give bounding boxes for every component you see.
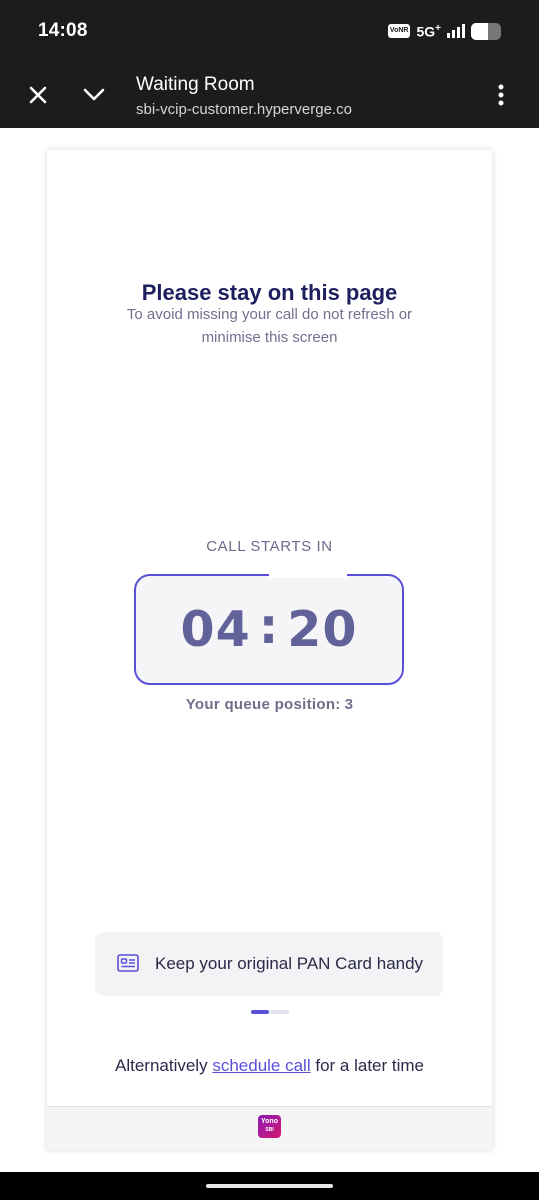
vonr-badge: VoNR: [387, 24, 411, 38]
home-indicator[interactable]: [206, 1184, 333, 1188]
status-bar: 14:08 VoNR 5G+: [0, 0, 539, 62]
browser-toolbar: Waiting Room sbi-vcip-customer.hyperverg…: [0, 62, 539, 128]
more-vert-icon: [498, 84, 504, 106]
carousel-indicator: [251, 1010, 289, 1014]
timer-seconds: 20: [287, 601, 358, 658]
subtext: To avoid missing your call do not refres…: [126, 306, 413, 346]
collapse-button[interactable]: [76, 77, 112, 113]
tip-text: Keep your original PAN Card handy: [155, 954, 424, 973]
alternative-text: Alternatively schedule call for a later …: [114, 1056, 424, 1075]
countdown-timer: 04 : 20: [134, 573, 404, 685]
web-page: Please stay on this page To avoid missin…: [0, 128, 539, 1172]
timer-minutes: 04: [180, 601, 251, 658]
queue-label: Your queue position:: [185, 696, 341, 713]
signal-icon: [447, 24, 465, 38]
clock: 14:08: [38, 20, 88, 41]
close-icon: [29, 86, 47, 104]
call-starts-label: CALL STARTS IN: [206, 538, 333, 555]
waiting-room-card: Please stay on this page To avoid missin…: [47, 150, 492, 1150]
yono-logo: Yono SBI: [258, 1115, 281, 1138]
more-options-button[interactable]: [483, 77, 519, 113]
battery-icon: [471, 22, 501, 40]
queue-position: Your queue position: 3: [47, 696, 492, 713]
footer: Yono SBI: [47, 1106, 492, 1150]
schedule-call-link[interactable]: schedule call: [212, 1056, 310, 1075]
tip-banner: Keep your original PAN Card handy: [95, 932, 443, 996]
id-card-icon: [117, 953, 139, 978]
network-type: 5G+: [416, 22, 441, 40]
carousel-dot-active[interactable]: [251, 1010, 269, 1014]
carousel-dot[interactable]: [269, 1010, 289, 1014]
page-title: Waiting Room: [136, 74, 255, 95]
close-button[interactable]: [20, 77, 56, 113]
page-url[interactable]: sbi-vcip-customer.hyperverge.co: [136, 101, 352, 118]
status-icons: VoNR 5G+: [387, 20, 501, 42]
queue-number: 3: [344, 696, 354, 713]
timer-colon: :: [258, 598, 280, 655]
system-nav-bar: [0, 1172, 539, 1200]
chevron-down-icon: [83, 88, 105, 101]
